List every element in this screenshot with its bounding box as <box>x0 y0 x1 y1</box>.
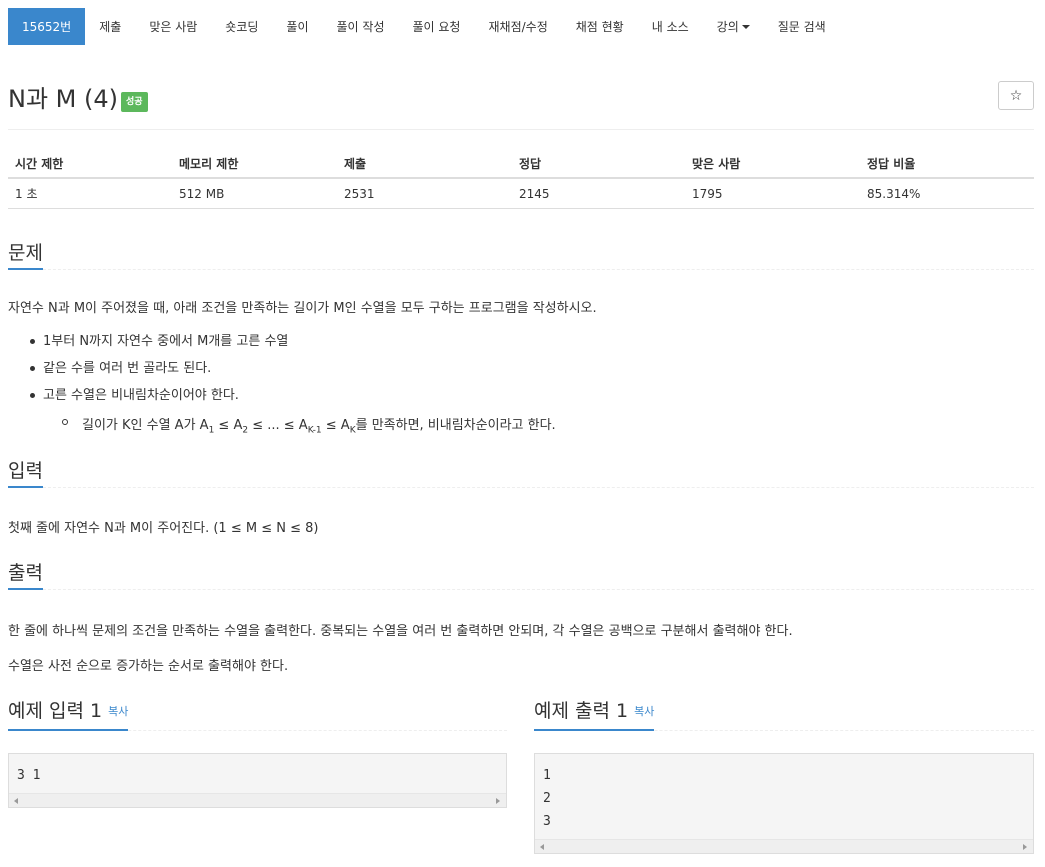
tab-lectures-label: 강의 <box>716 20 739 34</box>
circle-bullet-icon <box>62 419 68 425</box>
problem-title-row: N과 M (4) 성공 ☆ <box>8 81 1034 114</box>
scroll-right-icon[interactable] <box>496 798 500 804</box>
page-title: N과 M (4) <box>8 85 118 113</box>
tab-my-source[interactable]: 내 소스 <box>638 8 703 45</box>
scroll-left-icon[interactable] <box>14 798 18 804</box>
tab-write-solution[interactable]: 풀이 작성 <box>323 8 399 45</box>
example-output-title: 예제 출력 1 <box>534 700 629 722</box>
scroll-left-icon[interactable] <box>540 844 544 850</box>
example-output-title-wrap: 예제 출력 1 복사 <box>534 698 655 731</box>
table-cell: 2145 <box>519 186 550 201</box>
output-section-header: 출력 <box>8 560 1034 590</box>
table-header-cell: 제출 <box>344 157 367 171</box>
example-input-box[interactable]: 3 1 <box>8 753 507 808</box>
table-header-cell: 시간 제한 <box>15 157 64 171</box>
tab-submit[interactable]: 제출 <box>85 8 135 45</box>
table-cell: 1 초 <box>15 187 38 201</box>
table-cell: 85.314% <box>867 186 921 201</box>
output-section-title: 출력 <box>8 560 43 590</box>
list-item-text: 1부터 N까지 자연수 중에서 M개를 고른 수열 <box>43 334 289 349</box>
problem-info-table: 시간 제한 메모리 제한 제출 정답 맞은 사람 정답 비율 1 초 512 M… <box>8 150 1034 209</box>
tab-lectures-dropdown[interactable]: 강의 <box>703 8 764 45</box>
table-header-cell: 메모리 제한 <box>179 157 239 171</box>
input-section-title: 입력 <box>8 458 43 488</box>
example-input-header: 예제 입력 1 복사 <box>8 698 507 731</box>
tab-judge-status[interactable]: 채점 현황 <box>562 8 638 45</box>
problem-section-header: 문제 <box>8 240 1034 270</box>
input-section-header: 입력 <box>8 458 1034 488</box>
example-output-box[interactable]: 1 2 3 <box>534 753 1034 854</box>
tab-solved-users[interactable]: 맞은 사람 <box>135 8 211 45</box>
output-description-1: 한 줄에 하나씩 문제의 조건을 만족하는 수열을 출력한다. 중복되는 수열을… <box>8 624 793 639</box>
tab-question-search[interactable]: 질문 검색 <box>764 8 840 45</box>
favorite-button[interactable]: ☆ <box>998 81 1034 110</box>
example-output-line: 3 <box>543 814 551 829</box>
table-cell: 512 MB <box>179 186 225 201</box>
problem-nav: 15652번 제출 맞은 사람 숏코딩 풀이 풀이 작성 풀이 요청 재채점/수… <box>8 8 840 45</box>
example-output-header: 예제 출력 1 복사 <box>534 698 1034 731</box>
table-header-cell: 정답 비율 <box>867 157 916 171</box>
tab-rejudge[interactable]: 재채점/수정 <box>474 8 561 45</box>
list-item: 고른 수열은 비내림차순이어야 한다. <box>8 382 288 409</box>
list-item-text: 같은 수를 여러 번 골라도 된다. <box>43 361 212 376</box>
list-item-text: 고른 수열은 비내림차순이어야 한다. <box>43 388 239 403</box>
example-input-line: 3 1 <box>17 768 41 783</box>
star-icon: ☆ <box>1009 87 1023 104</box>
table-row: 1 초 512 MB 2531 2145 1795 85.314% <box>8 179 1034 209</box>
sub-list-item: 길이가 K인 수열 A가 A1 ≤ A2 ≤ ... ≤ AK-1 ≤ AK를 … <box>62 414 556 436</box>
condition-list: 1부터 N까지 자연수 중에서 M개를 고른 수열 같은 수를 여러 번 골라도… <box>8 328 288 409</box>
scroll-right-icon[interactable] <box>1023 844 1027 850</box>
sub-list-item-text: 길이가 K인 수열 A가 A1 ≤ A2 ≤ ... ≤ AK-1 ≤ AK를 … <box>82 418 556 436</box>
example-output-column: 예제 출력 1 복사 <box>534 698 1034 731</box>
example-input-title: 예제 입력 1 <box>8 700 103 722</box>
bullet-icon <box>30 366 35 371</box>
table-header-cell: 정답 <box>519 157 542 171</box>
tab-short-coding[interactable]: 숏코딩 <box>211 8 272 45</box>
tab-request-solution[interactable]: 풀이 요청 <box>399 8 475 45</box>
example-input-title-wrap: 예제 입력 1 복사 <box>8 698 129 731</box>
list-item: 같은 수를 여러 번 골라도 된다. <box>8 355 288 382</box>
example-input-column: 예제 입력 1 복사 <box>8 698 507 731</box>
example-output-line: 2 <box>543 791 551 806</box>
list-item: 1부터 N까지 자연수 중에서 M개를 고른 수열 <box>8 328 288 355</box>
table-cell: 2531 <box>344 186 375 201</box>
output-description-2: 수열은 사전 순으로 증가하는 순서로 출력해야 한다. <box>8 659 289 674</box>
copy-output-button[interactable]: 복사 <box>634 705 654 718</box>
table-cell: 1795 <box>692 186 723 201</box>
table-header-cell: 맞은 사람 <box>692 157 741 171</box>
caret-down-icon <box>741 24 750 29</box>
copy-input-button[interactable]: 복사 <box>108 705 128 718</box>
tab-solutions[interactable]: 풀이 <box>272 8 322 45</box>
problem-description: 자연수 N과 M이 주어졌을 때, 아래 조건을 만족하는 길이가 M인 수열을… <box>8 301 597 316</box>
table-header-row: 시간 제한 메모리 제한 제출 정답 맞은 사람 정답 비율 <box>8 150 1034 179</box>
horizontal-scrollbar[interactable] <box>535 839 1033 853</box>
horizontal-scrollbar[interactable] <box>9 793 506 807</box>
bullet-icon <box>30 339 35 344</box>
status-badge: 성공 <box>121 92 148 112</box>
title-divider <box>8 129 1034 130</box>
problem-section-title: 문제 <box>8 240 43 270</box>
example-output-line: 1 <box>543 768 551 783</box>
input-description: 첫째 줄에 자연수 N과 M이 주어진다. (1 ≤ M ≤ N ≤ 8) <box>8 521 319 536</box>
tab-problem-number[interactable]: 15652번 <box>8 8 86 45</box>
bullet-icon <box>30 393 35 398</box>
